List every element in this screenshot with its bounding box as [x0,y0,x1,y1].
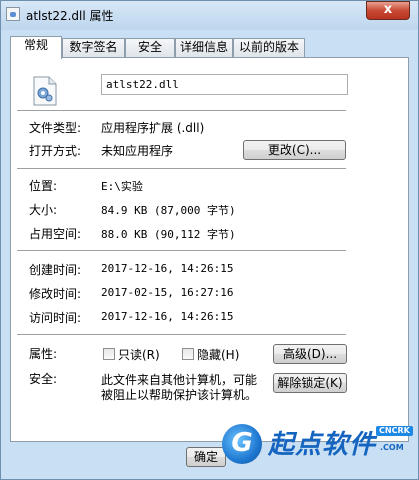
security-label: 安全: [29,372,58,386]
opens-with-label: 打开方式: [29,144,82,158]
tab-previous-versions[interactable]: 以前的版本 [233,38,305,57]
readonly-checkbox[interactable] [103,348,115,360]
tab-digital-signatures[interactable]: 数字签名 [62,38,125,57]
close-button[interactable]: x [366,1,410,20]
tab-general[interactable]: 常规 [10,36,62,59]
size-on-disk-label: 占用空间: [29,227,82,241]
tab-details[interactable]: 详细信息 [175,38,233,57]
unblock-button[interactable]: 解除锁定(K) [273,373,347,393]
watermark-logo-icon: G [222,424,262,464]
modified-label: 修改时间: [29,287,82,301]
watermark-badge: CNCRK [376,426,413,436]
file-type-label: 文件类型: [29,121,82,135]
advanced-button[interactable]: 高级(D)... [273,344,347,364]
change-button[interactable]: 更改(C)... [243,140,346,160]
location-label: 位置: [29,179,58,193]
divider [17,250,346,251]
readonly-label[interactable]: 只读(R) [118,346,160,363]
created-value: 2017-12-16, 14:26:15 [101,262,234,275]
file-type-value: 应用程序扩展 (.dll) [101,121,205,135]
location-value: E:\实验 [101,180,143,193]
attributes-label: 属性: [29,347,58,361]
file-name-field[interactable]: atlst22.dll [101,74,348,95]
created-label: 创建时间: [29,263,82,277]
dll-file-icon [33,76,57,106]
security-warning-line-2: 被阻止以帮助保护该计算机。 [101,388,258,402]
accessed-value: 2017-12-16, 14:26:15 [101,310,234,323]
size-value: 84.9 KB (87,000 字节) [101,204,236,217]
watermark: G 起点软件 CNCRK .COM [218,418,418,478]
divider [17,168,346,169]
accessed-label: 访问时间: [29,311,82,325]
modified-value: 2017-02-15, 16:27:16 [101,286,234,299]
size-label: 大小: [29,203,58,217]
hidden-checkbox[interactable] [182,348,194,360]
window-title: atlst22.dll 属性 [26,9,114,23]
divider [17,334,346,335]
size-on-disk-value: 88.0 KB (90,112 字节) [101,228,236,241]
opens-with-value: 未知应用程序 [101,144,174,158]
divider [17,110,346,111]
watermark-domain: .COM [380,443,404,452]
file-icon-small [6,7,20,21]
watermark-text: 起点软件 [268,430,377,460]
hidden-label[interactable]: 隐藏(H) [197,346,239,363]
title-bar[interactable]: atlst22.dll 属性 x [0,0,419,30]
tab-security[interactable]: 安全 [125,38,175,57]
